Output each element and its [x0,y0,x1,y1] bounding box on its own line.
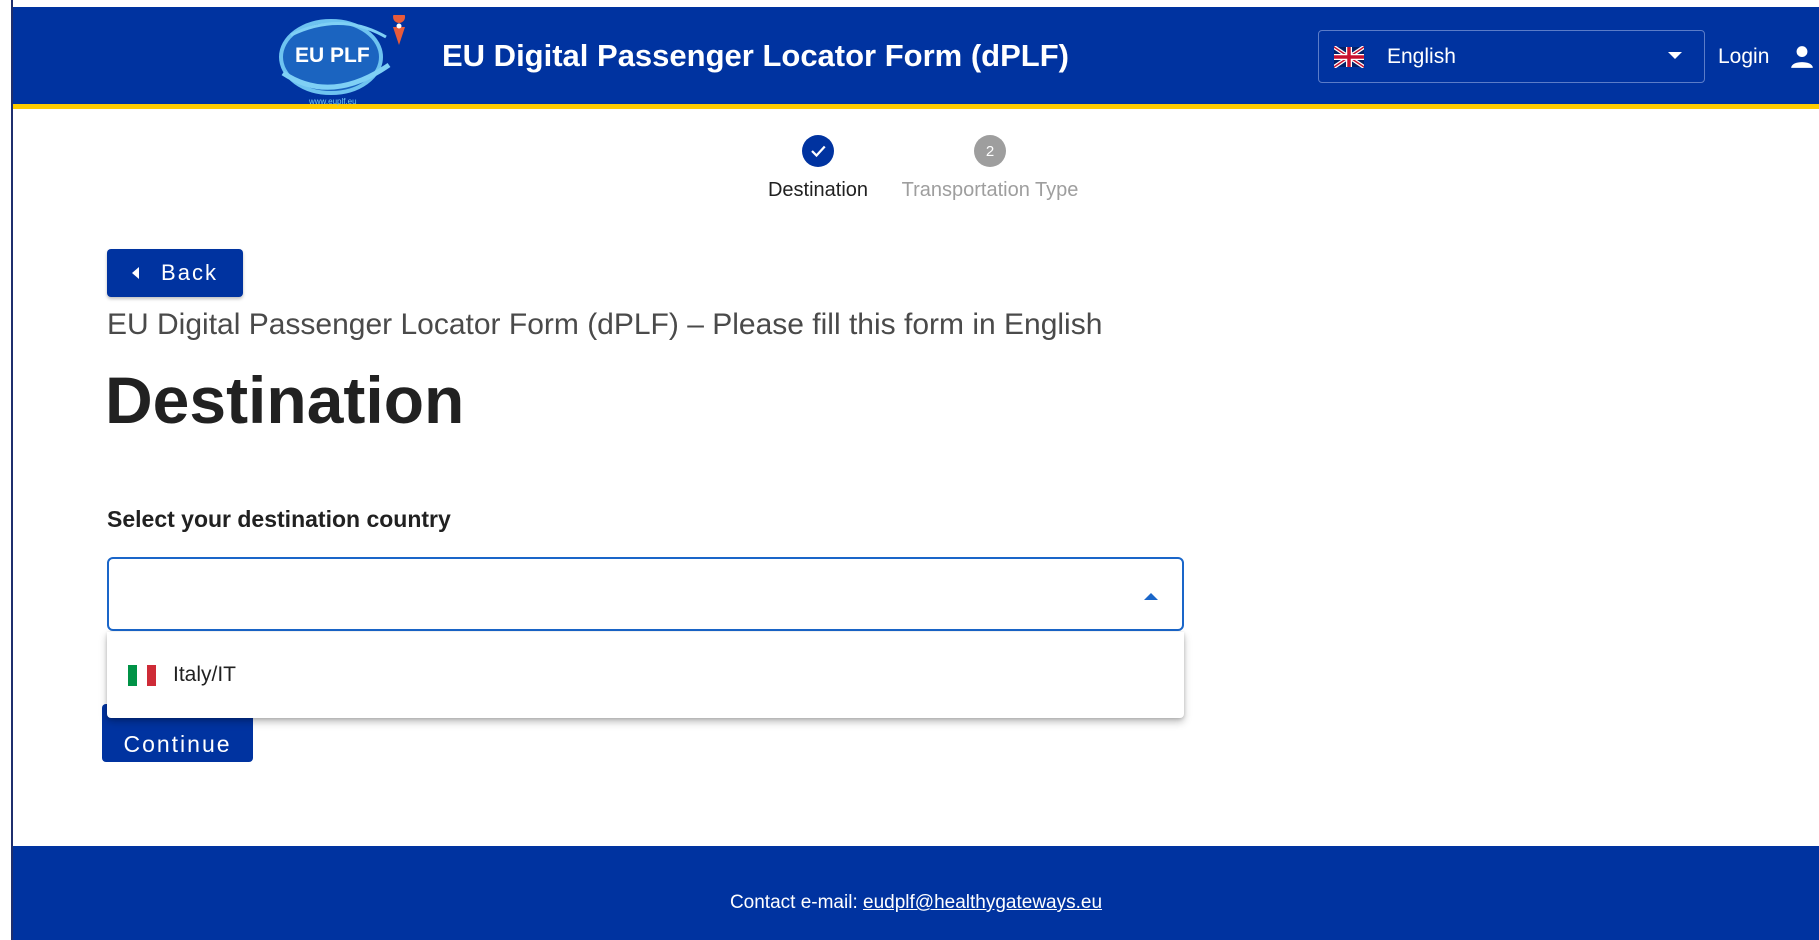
caret-left-icon [132,267,140,279]
italy-flag-icon [128,664,156,686]
dropdown-option-italy[interactable]: Italy/IT [107,632,1184,718]
step-label: Transportation Type [901,179,1079,201]
uk-flag-icon [1334,45,1364,68]
logo-url-text: www.euplf.eu [308,97,357,106]
check-icon [802,135,834,167]
back-button[interactable]: Back [107,249,243,297]
form-subtitle: EU Digital Passenger Locator Form (dPLF)… [107,308,1103,341]
footer-contact: Contact e-mail: eudplf@healthygateways.e… [13,892,1819,914]
euplf-logo-graphic: EU PLF www.euplf.eu [279,11,406,106]
contact-label: Contact e-mail: [729,892,858,913]
left-border [0,0,13,940]
destination-country-input[interactable] [127,573,1107,615]
language-select[interactable]: English [1318,30,1705,83]
language-label: English [1387,44,1456,68]
step-label: Destination [767,179,869,201]
step-destination[interactable]: Destination [754,135,882,202]
user-icon [1791,45,1814,68]
page-title: Destination [105,363,465,437]
login-button[interactable]: Login [1718,30,1815,83]
app-header: EU PLF www.euplf.eu EU Digital Passenger… [13,7,1819,109]
login-label: Login [1718,44,1770,68]
step-transportation-type: 2 Transportation Type [890,135,1090,202]
logo-text: EU PLF [295,44,370,67]
country-dropdown: Italy/IT [107,632,1184,718]
destination-country-select[interactable] [107,557,1184,631]
contact-email-link[interactable]: eudplf@healthygateways.eu [863,892,1102,913]
step-number: 2 [974,135,1006,167]
caret-down-icon [1668,52,1682,59]
euplf-logo[interactable]: EU PLF www.euplf.eu [271,11,411,107]
app-footer: Contact e-mail: eudplf@healthygateways.e… [13,846,1819,940]
header-title: EU Digital Passenger Locator Form (dPLF) [442,38,1069,73]
continue-label: Continue [123,730,232,757]
top-strip [0,0,1819,7]
page: EU PLF www.euplf.eu EU Digital Passenger… [0,0,1819,940]
destination-country-label: Select your destination country [107,506,451,532]
caret-up-icon[interactable] [1144,593,1158,600]
option-label: Italy/IT [173,663,237,686]
back-label: Back [161,260,218,285]
